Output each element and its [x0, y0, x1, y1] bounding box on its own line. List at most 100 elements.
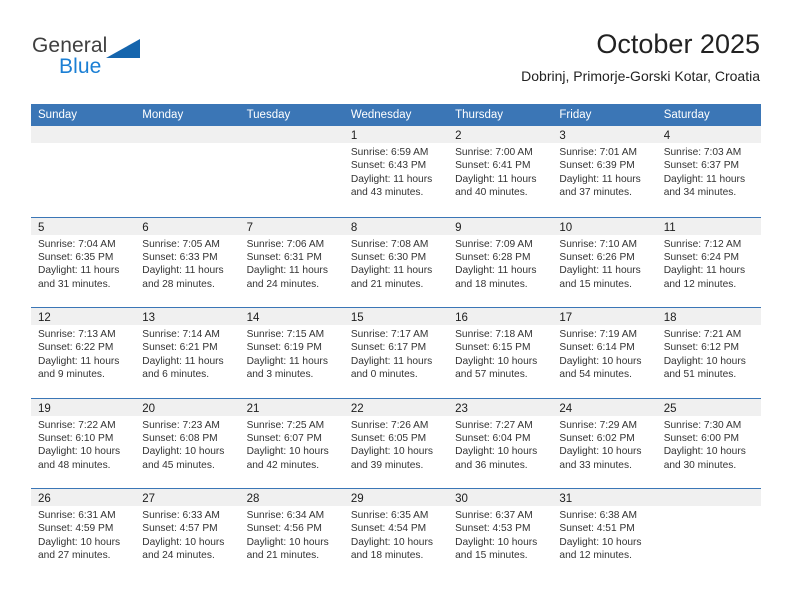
- day-number-band: 31: [552, 489, 657, 506]
- sunrise-text: Sunrise: 7:19 AM: [559, 329, 637, 340]
- day-cell[interactable]: 30 Sunrise: 6:37 AM Sunset: 4:53 PM Dayligh…: [448, 489, 553, 579]
- sunrise-text: Sunrise: 7:00 AM: [455, 147, 533, 158]
- day-number-band: 20: [135, 398, 240, 416]
- day-number: 12: [38, 312, 51, 324]
- day-number: 20: [142, 402, 156, 415]
- sunrise-text: Sunrise: 7:01 AM: [559, 147, 637, 158]
- daylight-text-line2: and 18 minutes.: [455, 278, 528, 290]
- daylight-text-line1: Daylight: 11 hours: [663, 265, 746, 277]
- sunrise-text: Sunrise: 7:15 AM: [246, 329, 325, 340]
- daylight-text-line2: and 28 minutes.: [142, 278, 215, 290]
- day-number-band: [239, 126, 344, 143]
- weekday-header-row: Sunday Monday Tuesday Wednesday Thursday Frid…: [31, 104, 761, 126]
- day-cell[interactable]: 25 Sunrise: 7:30 AM Sunset: 6:00 PM Dayligh…: [656, 398, 761, 489]
- day-cell[interactable]: 4 Sunrise: 7:03 AM Sunset: 6:37 PM Daylight…: [656, 126, 761, 217]
- day-cell[interactable]: 7 Sunrise: 7:06 AM Sunset: 6:31 PM Daylight…: [239, 217, 344, 308]
- day-cell[interactable]: 3 Sunrise: 7:01 AM Sunset: 6:39 PM Daylight…: [552, 126, 657, 217]
- sunrise-text: Sunrise: 7:09 AM: [455, 238, 533, 250]
- day-number-band: 30: [448, 489, 553, 506]
- sunset-text: Sunset: 6:37 PM: [663, 160, 740, 172]
- day-cell[interactable]: 27 Sunrise: 6:33 AM Sunset: 4:57 PM Dayligh…: [135, 489, 240, 579]
- sunset-text: Sunset: 4:56 PM: [246, 523, 322, 535]
- day-cell[interactable]: 10 Sunrise: 7:10 AM Sunset: 6:26 PM Dayligh…: [552, 217, 657, 308]
- day-cell[interactable]: 22 Sunrise: 7:26 AM Sunset: 6:05 PM Dayligh…: [343, 398, 449, 489]
- sunset-text: Sunset: 4:54 PM: [350, 523, 427, 535]
- daylight-text-line2: and 45 minutes.: [142, 459, 215, 471]
- day-number: 25: [663, 402, 677, 415]
- day-cell[interactable]: 2 Sunrise: 7:00 AM Sunset: 6:41 PM Daylight…: [448, 126, 553, 217]
- day-number-band: 12: [31, 308, 136, 325]
- day-number: 19: [38, 402, 51, 415]
- daylight-text-line1: Daylight: 10 hours: [559, 446, 642, 458]
- day-number: 13: [142, 312, 156, 324]
- day-cell[interactable]: 16 Sunrise: 7:18 AM Sunset: 6:15 PM Dayligh…: [448, 308, 553, 398]
- day-cell[interactable]: 20 Sunrise: 7:23 AM Sunset: 6:08 PM Dayligh…: [135, 398, 240, 489]
- day-cell[interactable]: 29 Sunrise: 6:35 AM Sunset: 4:54 PM Dayligh…: [343, 489, 449, 579]
- daylight-text-line2: and 15 minutes.: [559, 278, 632, 290]
- day-cell[interactable]: 15 Sunrise: 7:17 AM Sunset: 6:17 PM Dayligh…: [343, 308, 449, 398]
- day-cell[interactable]: 17 Sunrise: 7:19 AM Sunset: 6:14 PM Dayligh…: [552, 308, 657, 398]
- day-cell[interactable]: 11 Sunrise: 7:12 AM Sunset: 6:24 PM Dayligh…: [656, 217, 761, 308]
- day-number: 16: [455, 312, 468, 324]
- daylight-text-line1: Daylight: 10 hours: [246, 536, 329, 548]
- day-number-band: 15: [343, 308, 449, 325]
- day-cell[interactable]: 1 Sunrise: 6:59 AM Sunset: 6:43 PM Daylight…: [343, 126, 449, 217]
- day-details: Sunrise: 7:08 AM Sunset: 6:30 PM Daylight:…: [344, 235, 448, 292]
- day-cell[interactable]: 31 Sunrise: 6:38 AM Sunset: 4:51 PM Dayligh…: [552, 489, 657, 579]
- daylight-text-line2: and 21 minutes.: [350, 278, 424, 290]
- day-details: Sunrise: 7:04 AM Sunset: 6:35 PM Daylight:…: [31, 235, 135, 292]
- sunrise-text: Sunrise: 7:21 AM: [663, 329, 742, 340]
- sunrise-text: Sunrise: 7:05 AM: [142, 238, 220, 250]
- daylight-text-line1: Daylight: 11 hours: [350, 173, 433, 185]
- day-cell[interactable]: 14 Sunrise: 7:15 AM Sunset: 6:19 PM Dayligh…: [239, 308, 344, 398]
- day-cell[interactable]: 23 Sunrise: 7:27 AM Sunset: 6:04 PM Dayligh…: [448, 398, 553, 489]
- sunset-text: Sunset: 6:31 PM: [246, 251, 322, 263]
- day-number-band: 13: [135, 308, 240, 325]
- daylight-text-line2: and 54 minutes.: [559, 369, 632, 381]
- daylight-text-line2: and 39 minutes.: [350, 459, 424, 471]
- daylight-text-line2: and 43 minutes.: [350, 187, 424, 199]
- day-cell[interactable]: 26 Sunrise: 6:31 AM Sunset: 4:59 PM Dayligh…: [31, 489, 136, 579]
- sunrise-text: Sunrise: 7:03 AM: [663, 147, 742, 158]
- weekday-header-sunday: Sunday: [38, 109, 78, 121]
- sunrise-text: Sunrise: 7:25 AM: [246, 419, 325, 431]
- day-cell[interactable]: 18 Sunrise: 7:21 AM Sunset: 6:12 PM Dayligh…: [656, 308, 761, 398]
- day-cell[interactable]: 6 Sunrise: 7:05 AM Sunset: 6:33 PM Daylight…: [135, 217, 240, 308]
- sunset-text: Sunset: 6:10 PM: [38, 432, 114, 444]
- sunrise-text: Sunrise: 7:08 AM: [350, 238, 429, 250]
- day-number: 24: [559, 402, 573, 415]
- day-cell[interactable]: 12 Sunrise: 7:13 AM Sunset: 6:22 PM Dayligh…: [31, 308, 136, 398]
- weekday-header-wednesday: Wednesday: [350, 109, 412, 121]
- sunrise-text: Sunrise: 7:18 AM: [455, 329, 533, 340]
- day-details: Sunrise: 7:18 AM Sunset: 6:15 PM Daylight:…: [448, 325, 552, 382]
- sunset-text: Sunset: 6:05 PM: [350, 432, 427, 444]
- day-number-band: 23: [448, 398, 553, 416]
- day-number: 29: [350, 493, 364, 505]
- calendar-week-row: 5 Sunrise: 7:04 AM Sunset: 6:35 PM Daylight…: [31, 216, 761, 308]
- day-details: Sunrise: 7:29 AM Sunset: 6:02 PM Daylight:…: [552, 416, 656, 473]
- sunrise-text: Sunrise: 6:59 AM: [350, 147, 429, 158]
- sunrise-text: Sunrise: 7:29 AM: [559, 419, 637, 431]
- day-details: Sunrise: 7:26 AM Sunset: 6:05 PM Daylight:…: [344, 416, 448, 473]
- sunrise-text: Sunrise: 7:06 AM: [246, 238, 325, 250]
- daylight-text-line1: Daylight: 10 hours: [350, 446, 433, 458]
- day-cell[interactable]: 9 Sunrise: 7:09 AM Sunset: 6:28 PM Daylight…: [448, 217, 553, 308]
- day-number-band: 27: [135, 489, 240, 506]
- day-number-band: 25: [656, 398, 761, 416]
- day-cell[interactable]: 28 Sunrise: 6:34 AM Sunset: 4:56 PM Dayligh…: [239, 489, 344, 579]
- day-cell[interactable]: 8 Sunrise: 7:08 AM Sunset: 6:30 PM Daylight…: [343, 217, 449, 308]
- day-cell[interactable]: 19 Sunrise: 7:22 AM Sunset: 6:10 PM Dayligh…: [31, 398, 136, 489]
- day-details: Sunrise: 7:06 AM Sunset: 6:31 PM Daylight:…: [240, 235, 344, 292]
- day-cell[interactable]: 13 Sunrise: 7:14 AM Sunset: 6:21 PM Dayligh…: [135, 308, 240, 398]
- calendar-week-row: 1 Sunrise: 6:59 AM Sunset: 6:43 PM Daylight…: [31, 126, 761, 217]
- day-number-band: 24: [552, 398, 657, 416]
- location-subtitle: Dobrinj, Primorje-Gorski Kotar, Croatia: [521, 68, 760, 84]
- day-cell[interactable]: 21 Sunrise: 7:25 AM Sunset: 6:07 PM Dayligh…: [239, 398, 344, 489]
- day-number-band: 28: [239, 489, 344, 506]
- general-blue-logo[interactable]: General Blue: [32, 34, 192, 86]
- sunset-text: Sunset: 6:21 PM: [142, 342, 218, 354]
- day-details: Sunrise: 6:31 AM Sunset: 4:59 PM Daylight:…: [31, 506, 135, 563]
- day-cell[interactable]: 24 Sunrise: 7:29 AM Sunset: 6:02 PM Dayligh…: [552, 398, 657, 489]
- daylight-text-line1: Daylight: 11 hours: [142, 355, 224, 367]
- day-cell[interactable]: 5 Sunrise: 7:04 AM Sunset: 6:35 PM Daylight…: [31, 217, 136, 308]
